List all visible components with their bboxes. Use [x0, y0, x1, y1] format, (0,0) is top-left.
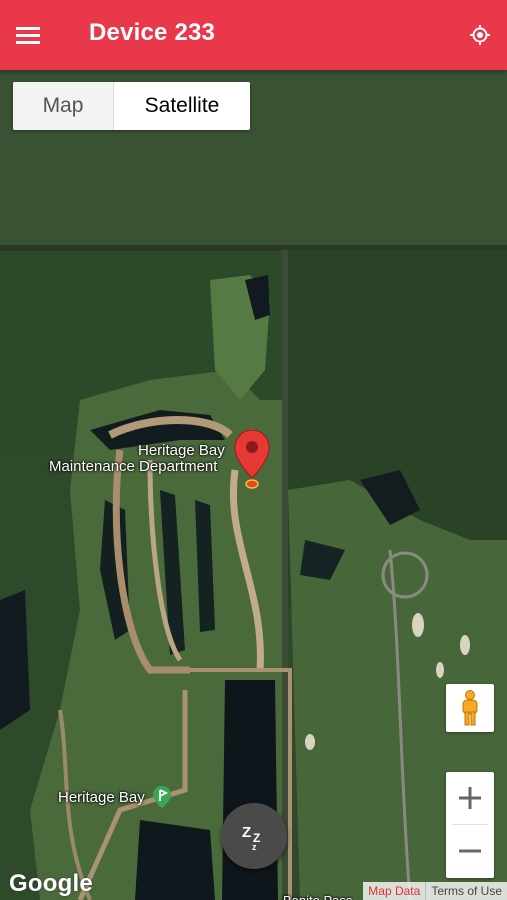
golf-course-marker-icon[interactable] [152, 786, 172, 808]
my-location-button[interactable] [465, 20, 495, 50]
sleep-button[interactable]: Z Z z [221, 803, 287, 869]
road-label-bottom: Bonito Pass [283, 892, 352, 900]
red-map-pin-icon[interactable] [234, 430, 270, 490]
plus-icon [459, 787, 481, 809]
map-type-option-map[interactable]: Map [13, 82, 114, 130]
my-location-icon [470, 25, 490, 45]
satellite-map[interactable]: Map Satellite Heritage Bay Maintenance D… [0, 70, 507, 900]
map-data-link[interactable]: Map Data [363, 882, 426, 900]
svg-text:Z: Z [242, 824, 251, 841]
street-view-pegman-icon [462, 690, 478, 726]
app-bar: Device 233 [0, 0, 507, 70]
place-label-maintenance-line1: Heritage Bay [138, 442, 225, 459]
sleep-zzz-icon: Z Z z [242, 824, 260, 851]
zoom-controls [446, 772, 494, 878]
map-type-toggle: Map Satellite [13, 82, 250, 130]
hamburger-menu-icon [16, 27, 40, 44]
menu-button[interactable] [16, 17, 64, 53]
place-label-heritage-bay: Heritage Bay [58, 789, 145, 806]
place-label-maintenance-line2: Maintenance Department [49, 458, 218, 475]
terms-of-use-link[interactable]: Terms of Use [425, 882, 507, 900]
svg-text:z: z [252, 842, 257, 851]
street-view-button[interactable] [446, 684, 494, 732]
map-attribution: Map Data Terms of Use [363, 882, 507, 900]
map-type-option-satellite[interactable]: Satellite [114, 82, 250, 130]
zoom-out-button[interactable] [446, 825, 494, 877]
zoom-in-button[interactable] [446, 772, 494, 824]
page-title: Device 233 [89, 19, 216, 46]
google-logo: Google [9, 870, 93, 897]
minus-icon [459, 849, 481, 853]
